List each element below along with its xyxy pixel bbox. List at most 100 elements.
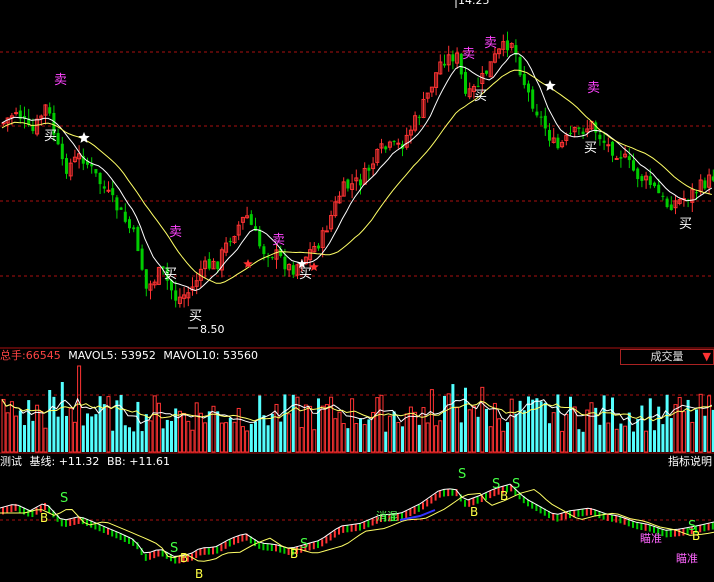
volume-bar bbox=[681, 411, 686, 453]
volume-bar bbox=[585, 409, 590, 453]
volume-bar bbox=[144, 414, 148, 452]
candle-body bbox=[324, 230, 329, 233]
volume-bar bbox=[392, 411, 396, 452]
candle-body bbox=[581, 131, 585, 134]
volume-bar bbox=[77, 365, 82, 453]
volume-bar bbox=[270, 413, 274, 452]
candle-body bbox=[106, 189, 111, 192]
indicator-text-label: 瞄准 bbox=[676, 552, 698, 565]
volume-bar bbox=[279, 421, 283, 452]
volume-bar bbox=[560, 430, 565, 453]
volume-bar bbox=[698, 393, 703, 453]
volume-bar bbox=[111, 430, 115, 452]
candle-body bbox=[65, 158, 68, 174]
volume-bar bbox=[249, 423, 253, 452]
candle-body bbox=[640, 176, 644, 181]
volume-total-value: 66545 bbox=[25, 349, 61, 362]
volume-bar bbox=[236, 407, 241, 453]
indicator-s-marker: S bbox=[512, 477, 520, 492]
buy-signal-label: 买 bbox=[679, 217, 692, 232]
buy-signal-label: 买 bbox=[474, 89, 487, 104]
volume-bar bbox=[216, 411, 220, 452]
candle-body bbox=[632, 160, 635, 171]
indicator-header: 测试 基线: +11.32 BB: +11.61 bbox=[0, 455, 170, 469]
volume-bar bbox=[354, 423, 359, 453]
candle-body bbox=[606, 144, 611, 147]
volume-bar bbox=[283, 394, 287, 452]
candle-body bbox=[346, 179, 350, 189]
indicator-s-marker: S bbox=[458, 467, 466, 482]
volume-bar bbox=[140, 431, 144, 452]
indicator-b-marker: B bbox=[500, 489, 508, 503]
volume-bar bbox=[467, 409, 472, 453]
sell-signal-label: 卖 bbox=[54, 73, 67, 88]
volume-bar bbox=[429, 389, 434, 453]
volume-bar bbox=[476, 416, 480, 452]
volume-bar bbox=[132, 431, 136, 452]
stock-chart: 14.258.50卖卖卖卖卖卖买买买买买买买SS SSS SSBBBBBBB消混瞄准… bbox=[0, 0, 714, 581]
candle-body bbox=[539, 116, 543, 118]
volume-bar bbox=[648, 398, 652, 452]
volume-bar bbox=[569, 396, 572, 452]
baseline-label: 基线: bbox=[29, 455, 56, 468]
indicator-help-link[interactable]: 指标说明 bbox=[668, 455, 712, 469]
candle-body bbox=[627, 156, 631, 161]
volume-bar bbox=[102, 404, 106, 452]
bb-label: BB: bbox=[106, 455, 126, 468]
indicator-text-label: 瞄准 bbox=[640, 532, 662, 545]
volume-bar bbox=[384, 431, 388, 452]
volume-bar bbox=[60, 382, 64, 452]
volume-bar bbox=[506, 422, 509, 452]
candle-body bbox=[476, 85, 480, 87]
volume-bar bbox=[1, 398, 6, 453]
indicator-selector[interactable]: 成交量 ▼ bbox=[620, 349, 714, 365]
volume-bar bbox=[413, 411, 418, 453]
indicator-text-label: 消混 bbox=[376, 509, 398, 523]
volume-bar bbox=[207, 411, 211, 452]
candle-body bbox=[518, 57, 522, 76]
candle-body bbox=[485, 70, 488, 74]
indicator-name: 测试 bbox=[0, 455, 22, 468]
volume-bar bbox=[18, 410, 22, 452]
candle-body bbox=[548, 129, 551, 141]
buy-signal-label: 买 bbox=[189, 309, 202, 324]
candle-body bbox=[90, 164, 94, 167]
volume-bar bbox=[43, 427, 48, 453]
candle-body bbox=[115, 197, 119, 211]
candle-body bbox=[216, 261, 220, 270]
candle-body bbox=[611, 141, 614, 156]
volume-bar bbox=[589, 402, 594, 453]
candle-body bbox=[317, 245, 320, 249]
star-marker-icon bbox=[544, 80, 556, 91]
volume-bar bbox=[539, 401, 543, 452]
candle-body bbox=[619, 157, 623, 159]
indicator-selector-label: 成交量 bbox=[650, 350, 684, 363]
volume-bar bbox=[471, 405, 476, 453]
volume-bar bbox=[52, 396, 56, 452]
volume-bar bbox=[98, 396, 102, 452]
volume-bar bbox=[228, 417, 232, 452]
volume-bar bbox=[81, 425, 85, 452]
indicator-b-marker: B bbox=[290, 547, 298, 561]
candle-body bbox=[123, 211, 127, 222]
candle-body bbox=[228, 241, 232, 243]
volume-bar bbox=[425, 422, 430, 453]
volume-bar bbox=[219, 422, 224, 453]
candle-body bbox=[111, 188, 115, 196]
candle-body bbox=[102, 186, 106, 189]
mavol10-label: MAVOL10: bbox=[163, 349, 220, 362]
volume-bar bbox=[492, 402, 497, 453]
volume-bar bbox=[299, 427, 304, 453]
candle-body bbox=[451, 54, 455, 62]
indicator-line-2 bbox=[0, 488, 714, 562]
candle-body bbox=[636, 168, 640, 180]
candle-body bbox=[648, 176, 652, 185]
volume-bar bbox=[695, 409, 698, 452]
volume-bar bbox=[136, 401, 140, 452]
candle-body bbox=[367, 167, 371, 171]
volume-bar bbox=[27, 400, 31, 452]
volume-bar bbox=[362, 424, 367, 453]
volume-bar bbox=[68, 407, 73, 453]
volume-bar bbox=[308, 405, 313, 453]
volume-bar bbox=[346, 428, 350, 452]
